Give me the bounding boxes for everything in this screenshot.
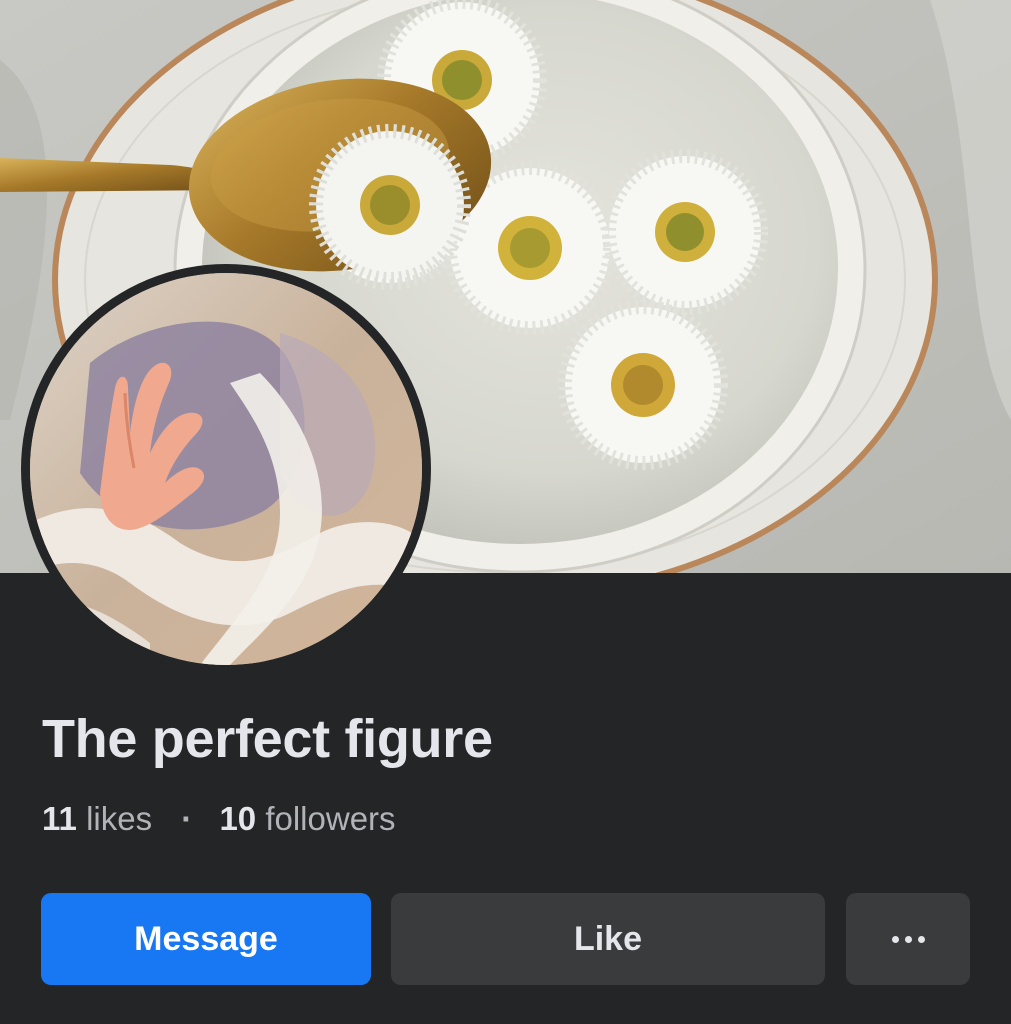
message-button[interactable]: Message: [41, 893, 371, 985]
page-header: The perfect figure 11 likes · 10 followe…: [0, 0, 1011, 1024]
page-stats: 11 likes · 10 followers: [42, 800, 396, 838]
more-options-button[interactable]: [846, 893, 970, 985]
followers-count: 10: [219, 800, 257, 837]
profile-picture[interactable]: [21, 264, 431, 674]
stats-separator: ·: [181, 800, 193, 837]
message-button-label: Message: [134, 919, 278, 958]
page-title: The perfect figure: [42, 709, 493, 769]
likes-label[interactable]: likes: [86, 800, 152, 837]
more-options-icon: [891, 935, 925, 943]
profile-picture-image: [30, 273, 422, 665]
likes-count: 11: [42, 800, 77, 837]
like-button-label: Like: [573, 919, 643, 958]
followers-label[interactable]: followers: [265, 800, 395, 837]
like-button[interactable]: Like: [391, 893, 825, 985]
